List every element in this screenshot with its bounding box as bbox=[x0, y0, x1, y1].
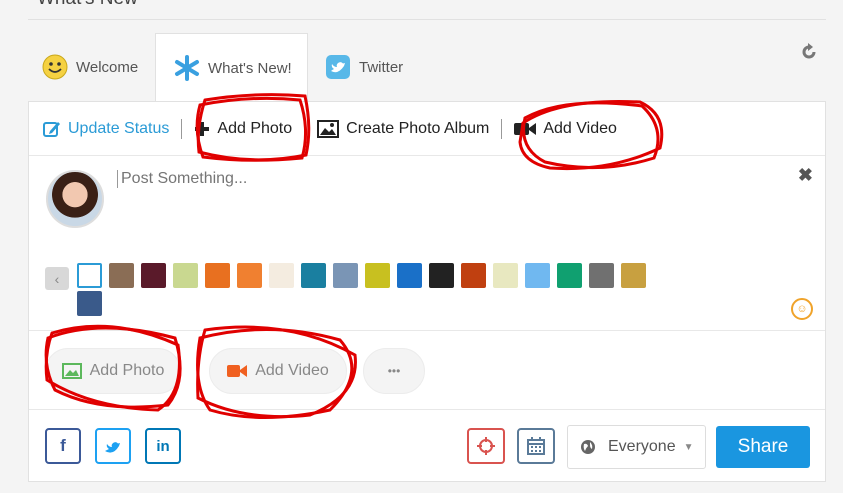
tab-welcome-label: Welcome bbox=[76, 58, 139, 76]
location-icon[interactable] bbox=[467, 428, 505, 464]
smiley-icon bbox=[42, 54, 68, 80]
post-input[interactable] bbox=[117, 170, 677, 188]
update-status-label: Update Status bbox=[68, 119, 170, 137]
edit-icon bbox=[43, 121, 60, 137]
privacy-label: Everyone bbox=[608, 438, 676, 455]
twitter-icon[interactable] bbox=[95, 428, 131, 464]
attachment-bar: Add Photo Add Video ••• bbox=[29, 331, 825, 410]
background-swatch[interactable] bbox=[77, 263, 102, 288]
compose-area: ✖ ‹ ☺ bbox=[29, 157, 825, 331]
tab-twitter-label: Twitter bbox=[359, 58, 404, 76]
update-status-button[interactable]: Update Status bbox=[43, 120, 169, 138]
video-icon bbox=[227, 365, 248, 377]
background-swatch[interactable] bbox=[237, 263, 262, 288]
add-video-button[interactable]: Add Video bbox=[209, 348, 347, 394]
background-swatch[interactable] bbox=[557, 263, 582, 288]
separator bbox=[304, 118, 306, 139]
background-swatch[interactable] bbox=[589, 263, 614, 288]
tab-welcome[interactable]: Welcome bbox=[42, 33, 138, 101]
avatar bbox=[46, 170, 104, 228]
background-swatch[interactable] bbox=[301, 263, 326, 288]
add-video-action[interactable]: Add Video bbox=[514, 120, 617, 138]
add-video-label: Add Video bbox=[543, 119, 617, 137]
picture-icon bbox=[61, 363, 82, 379]
caret-down-icon: ▼ bbox=[683, 441, 694, 453]
background-swatch[interactable] bbox=[77, 291, 102, 316]
tab-bar: Welcome What's New! Twitter bbox=[28, 33, 826, 102]
add-photo-button[interactable]: Add Photo bbox=[45, 348, 181, 394]
video-camera-icon bbox=[514, 122, 537, 135]
background-swatch[interactable] bbox=[397, 263, 422, 288]
tab-whats-new-label: What's New! bbox=[208, 59, 292, 77]
create-photo-album-action[interactable]: Create Photo Album bbox=[317, 119, 490, 138]
emoji-icon[interactable]: ☺ bbox=[791, 298, 813, 320]
privacy-dropdown[interactable]: Everyone ▼ bbox=[567, 425, 706, 469]
background-swatch[interactable] bbox=[365, 263, 390, 288]
add-video-button-label: Add Video bbox=[255, 362, 329, 379]
background-swatch[interactable] bbox=[461, 263, 486, 288]
asterisk-icon bbox=[174, 55, 200, 81]
tab-twitter[interactable]: Twitter bbox=[325, 33, 403, 101]
plus-icon bbox=[195, 121, 210, 136]
background-swatch[interactable] bbox=[205, 263, 230, 288]
create-photo-album-label: Create Photo Album bbox=[346, 119, 490, 137]
background-swatch[interactable] bbox=[173, 263, 198, 288]
action-bar: Update Status Add Photo Create Photo Alb… bbox=[29, 102, 825, 156]
background-swatch[interactable] bbox=[109, 263, 134, 288]
facebook-icon[interactable]: f bbox=[45, 428, 81, 464]
tab-whats-new[interactable]: What's New! bbox=[155, 33, 308, 102]
more-options-button[interactable]: ••• bbox=[363, 348, 425, 394]
share-button[interactable]: Share bbox=[716, 426, 810, 468]
image-icon bbox=[317, 119, 340, 138]
chevron-left-icon[interactable]: ‹ bbox=[45, 267, 69, 290]
header-divider bbox=[28, 19, 826, 20]
background-swatch[interactable] bbox=[269, 263, 294, 288]
linkedin-icon[interactable]: in bbox=[145, 428, 181, 464]
background-swatch[interactable] bbox=[493, 263, 518, 288]
background-swatch[interactable] bbox=[525, 263, 550, 288]
page: What's New Welcome What's New! Twitter bbox=[0, 0, 843, 493]
more-options-label: ••• bbox=[387, 364, 401, 378]
add-photo-action[interactable]: Add Photo bbox=[194, 120, 292, 138]
add-photo-button-label: Add Photo bbox=[89, 362, 165, 379]
calendar-icon[interactable] bbox=[517, 428, 555, 464]
globe-icon bbox=[581, 440, 595, 454]
footer-bar: f in Everyone ▼ Share bbox=[29, 410, 825, 483]
background-swatch[interactable] bbox=[333, 263, 358, 288]
background-swatch[interactable] bbox=[429, 263, 454, 288]
add-photo-label: Add Photo bbox=[217, 119, 293, 137]
separator bbox=[501, 118, 503, 139]
composer-panel: Update Status Add Photo Create Photo Alb… bbox=[28, 101, 826, 482]
refresh-icon[interactable] bbox=[800, 43, 818, 67]
background-swatch[interactable] bbox=[141, 263, 166, 288]
background-swatch[interactable] bbox=[621, 263, 646, 288]
separator bbox=[181, 118, 183, 139]
page-title: What's New bbox=[37, 0, 138, 10]
twitter-bird-icon bbox=[325, 54, 351, 80]
close-icon[interactable]: ✖ bbox=[798, 165, 813, 186]
